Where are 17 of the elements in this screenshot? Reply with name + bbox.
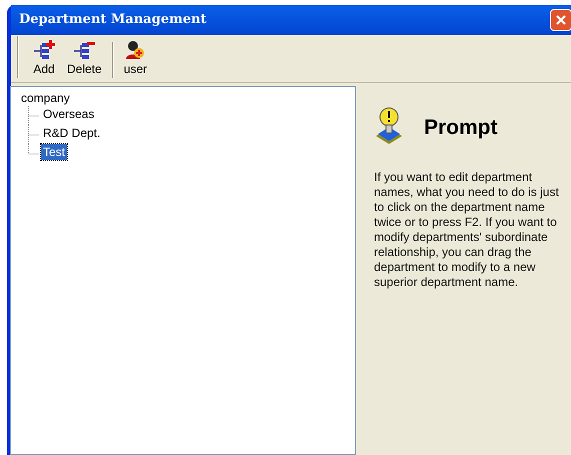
tree-remove-icon xyxy=(73,40,96,60)
user-add-icon xyxy=(125,40,146,60)
tree-item[interactable]: Overseas xyxy=(41,106,96,122)
tree-item[interactable]: R&D Dept. xyxy=(41,125,102,141)
prompt-text: If you want to edit department names, what you need to do is just to click on the department name twice or to press F2. If you want to modify departments' subordinate relationship, you can drag the department to modify to a new superior department name. xyxy=(374,170,560,290)
window-title: Department Management xyxy=(19,11,206,30)
tree-connector xyxy=(28,106,39,125)
close-button[interactable] xyxy=(550,9,571,31)
close-icon xyxy=(555,14,567,26)
prompt-title: Prompt xyxy=(424,115,498,142)
toolbar-button[interactable]: Delete xyxy=(61,36,108,78)
tree-add-icon xyxy=(33,40,55,60)
tree-item[interactable]: Test xyxy=(41,144,68,160)
toolbar-button[interactable]: Add xyxy=(27,36,61,78)
tree-item[interactable]: company xyxy=(19,90,72,106)
lightbulb-icon xyxy=(374,106,404,146)
toolbar-button[interactable]: user xyxy=(118,36,154,78)
